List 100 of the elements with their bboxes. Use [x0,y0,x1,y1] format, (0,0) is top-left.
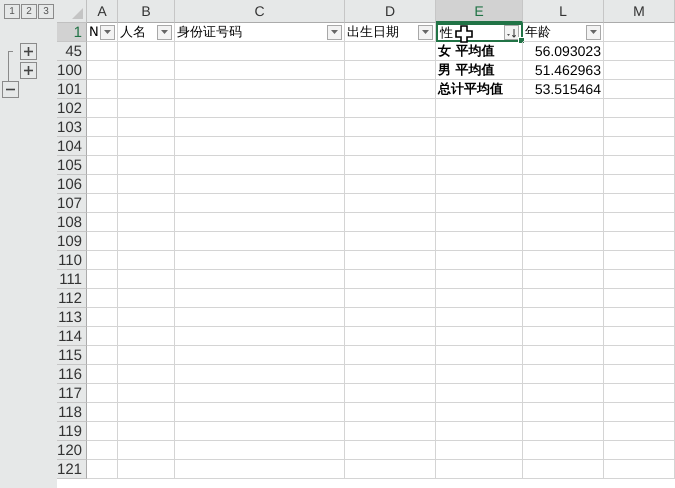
table-cell[interactable] [604,42,675,61]
filter-button[interactable] [100,24,115,40]
table-cell[interactable] [345,289,436,308]
table-cell[interactable] [604,403,675,422]
table-cell[interactable] [87,42,118,61]
table-cell[interactable] [175,156,345,175]
table-cell[interactable] [175,137,345,156]
table-cell[interactable] [118,194,175,213]
table-cell[interactable] [345,251,436,270]
table-cell[interactable] [523,137,604,156]
row-header[interactable]: 100 [57,61,87,80]
table-cell[interactable] [436,403,523,422]
table-cell[interactable] [604,175,675,194]
table-cell[interactable] [523,175,604,194]
table-cell[interactable] [87,80,118,99]
table-cell[interactable] [523,460,604,479]
table-cell[interactable] [604,308,675,327]
row-header[interactable]: 120 [57,441,87,460]
column-header[interactable]: D [345,0,436,23]
table-cell[interactable] [436,156,523,175]
table-cell[interactable] [345,365,436,384]
outline-level-button[interactable]: 1 [4,4,20,19]
table-cell[interactable] [87,137,118,156]
row-header[interactable]: 1 [57,23,87,42]
outline-level-button[interactable]: 2 [21,4,37,19]
row-header[interactable]: 45 [57,42,87,61]
row-header[interactable]: 108 [57,213,87,232]
table-cell[interactable] [87,403,118,422]
table-cell[interactable] [118,270,175,289]
table-cell[interactable] [436,460,523,479]
collapse-button[interactable] [2,81,19,98]
table-cell[interactable] [523,289,604,308]
table-cell[interactable] [118,403,175,422]
table-cell[interactable] [118,384,175,403]
row-header[interactable]: 121 [57,460,87,479]
expand-button[interactable] [20,43,37,60]
row-header[interactable]: 109 [57,232,87,251]
table-cell[interactable]: N [87,23,118,42]
table-cell[interactable] [604,346,675,365]
table-cell[interactable] [523,251,604,270]
table-cell[interactable] [523,441,604,460]
column-header[interactable]: M [604,0,675,23]
table-cell[interactable] [436,441,523,460]
table-cell[interactable] [604,61,675,80]
table-cell[interactable]: 51.462963 [523,61,604,80]
table-cell[interactable] [118,175,175,194]
table-cell[interactable] [87,99,118,118]
table-cell[interactable] [345,118,436,137]
table-cell[interactable] [436,232,523,251]
row-header[interactable]: 105 [57,156,87,175]
filter-button[interactable] [327,24,342,40]
table-cell[interactable] [436,213,523,232]
table-cell[interactable] [87,460,118,479]
table-cell[interactable] [118,80,175,99]
table-cell[interactable] [175,270,345,289]
table-cell[interactable] [175,308,345,327]
table-cell[interactable] [175,194,345,213]
column-header[interactable]: B [118,0,175,23]
row-header[interactable]: 111 [57,270,87,289]
table-cell[interactable] [118,346,175,365]
table-cell[interactable] [604,23,675,42]
table-cell[interactable] [345,137,436,156]
table-cell[interactable] [118,441,175,460]
table-cell[interactable] [118,42,175,61]
table-cell[interactable] [523,194,604,213]
table-cell[interactable] [523,365,604,384]
table-cell[interactable] [175,213,345,232]
table-cell[interactable] [523,308,604,327]
sort-filter-button[interactable] [504,25,519,40]
table-cell[interactable]: 女 平均值 [436,42,523,61]
table-cell[interactable] [604,365,675,384]
table-cell[interactable] [436,308,523,327]
row-header[interactable]: 112 [57,289,87,308]
row-header[interactable]: 103 [57,118,87,137]
table-cell[interactable] [523,99,604,118]
table-cell[interactable] [175,80,345,99]
table-cell[interactable] [604,422,675,441]
table-cell[interactable] [118,422,175,441]
table-cell[interactable] [345,422,436,441]
table-cell[interactable] [436,270,523,289]
table-cell[interactable] [175,441,345,460]
table-cell[interactable] [87,61,118,80]
row-header[interactable]: 106 [57,175,87,194]
table-cell[interactable] [175,61,345,80]
table-cell[interactable] [175,365,345,384]
table-cell[interactable] [118,308,175,327]
table-cell[interactable] [175,460,345,479]
table-cell[interactable] [87,441,118,460]
table-cell[interactable] [175,346,345,365]
table-cell[interactable] [345,346,436,365]
table-cell[interactable] [604,251,675,270]
table-cell[interactable]: 总计平均值 [436,80,523,99]
table-cell[interactable] [345,194,436,213]
table-cell[interactable] [175,232,345,251]
table-cell[interactable] [175,384,345,403]
table-cell[interactable] [523,156,604,175]
table-cell[interactable] [523,422,604,441]
table-cell[interactable] [436,384,523,403]
table-cell[interactable] [345,175,436,194]
table-cell[interactable]: 身份证号码 [175,23,345,42]
